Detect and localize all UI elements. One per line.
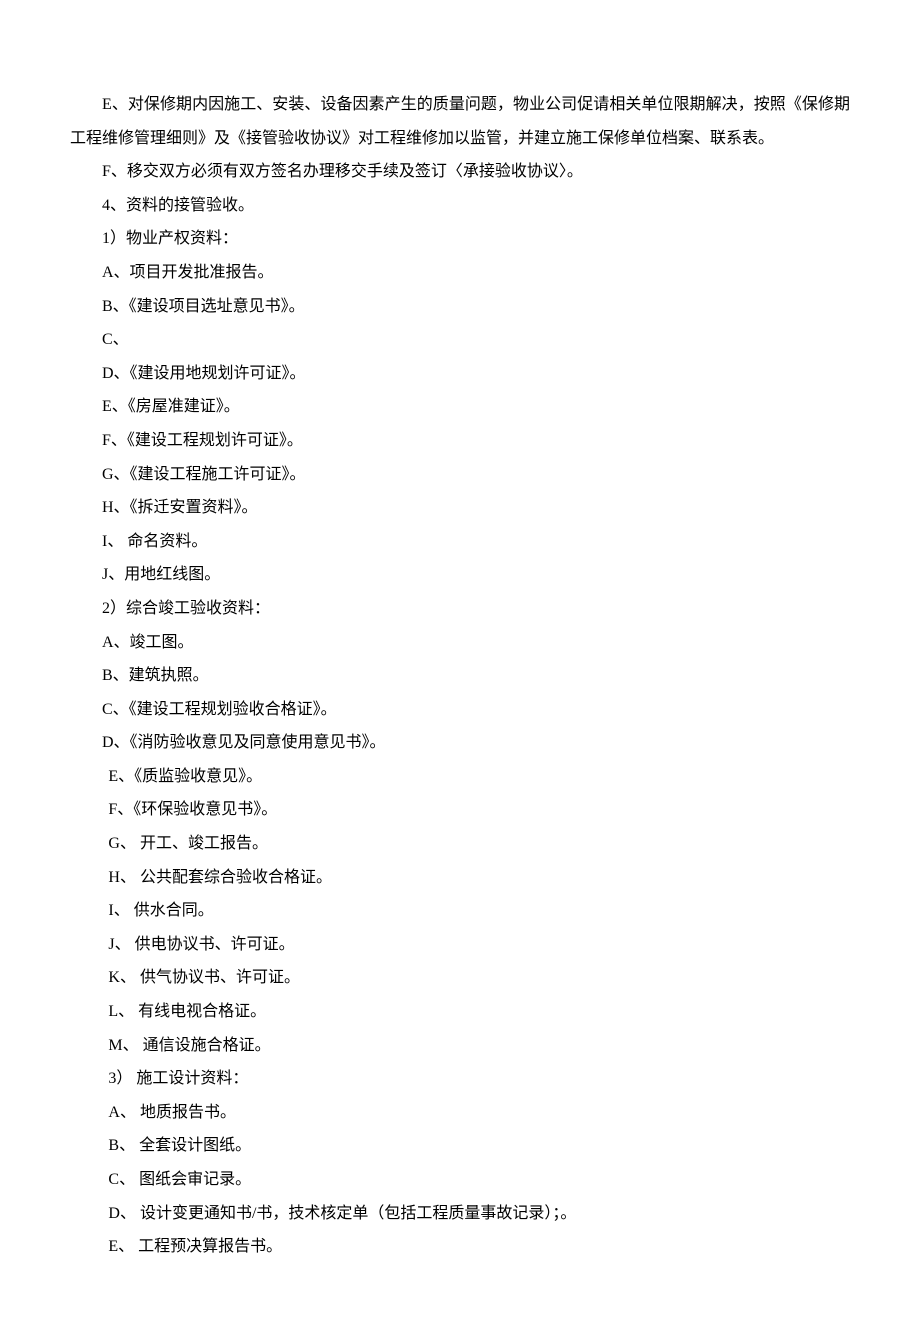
document-line: J、用地红线图。 xyxy=(70,558,850,592)
document-line: H、《拆迁安置资料》。 xyxy=(70,491,850,525)
document-line: A、竣工图。 xyxy=(70,626,850,660)
document-line: 2）综合竣工验收资料： xyxy=(70,592,850,626)
document-line: B、《建设项目选址意见书》。 xyxy=(70,290,850,324)
document-line: K、 供气协议书、许可证。 xyxy=(70,961,850,995)
document-line: C、 图纸会审记录。 xyxy=(70,1163,850,1197)
document-line: G、 开工、竣工报告。 xyxy=(70,827,850,861)
document-line: G、《建设工程施工许可证》。 xyxy=(70,458,850,492)
document-line: E、《质监验收意见》。 xyxy=(70,760,850,794)
document-line: C、 xyxy=(70,323,850,357)
document-line: 4、资料的接管验收。 xyxy=(70,189,850,223)
document-line: B、建筑执照。 xyxy=(70,659,850,693)
document-line: A、 地质报告书。 xyxy=(70,1096,850,1130)
document-line: E、 工程预决算报告书。 xyxy=(70,1230,850,1264)
document-line: M、 通信设施合格证。 xyxy=(70,1029,850,1063)
document-line: D、《建设用地规划许可证》。 xyxy=(70,357,850,391)
document-line: F、移交双方必须有双方签名办理移交手续及签订〈承接验收协议〉。 xyxy=(70,155,850,189)
document-line: F、《建设工程规划许可证》。 xyxy=(70,424,850,458)
document-line: D、《消防验收意见及同意使用意见书》。 xyxy=(70,726,850,760)
document-line: J、 供电协议书、许可证。 xyxy=(70,928,850,962)
document-line: I、 命名资料。 xyxy=(70,525,850,559)
document-line: D、 设计变更通知书/书，技术核定单（包括工程质量事故记录）；。 xyxy=(70,1197,850,1231)
document-line: F、《环保验收意见书》。 xyxy=(70,793,850,827)
document-line: E、对保修期内因施工、安装、设备因素产生的质量问题，物业公司促请相关单位限期解决… xyxy=(70,88,850,155)
document-line: 3） 施工设计资料： xyxy=(70,1062,850,1096)
document-line: A、项目开发批准报告。 xyxy=(70,256,850,290)
document-line: H、 公共配套综合验收合格证。 xyxy=(70,861,850,895)
document-line: B、 全套设计图纸。 xyxy=(70,1129,850,1163)
document-line: 1）物业产权资料： xyxy=(70,222,850,256)
document-line: L、 有线电视合格证。 xyxy=(70,995,850,1029)
document-line: I、 供水合同。 xyxy=(70,894,850,928)
document-line: E、《房屋准建证》。 xyxy=(70,390,850,424)
document-body: E、对保修期内因施工、安装、设备因素产生的质量问题，物业公司促请相关单位限期解决… xyxy=(70,88,850,1264)
document-line: C、《建设工程规划验收合格证》。 xyxy=(70,693,850,727)
